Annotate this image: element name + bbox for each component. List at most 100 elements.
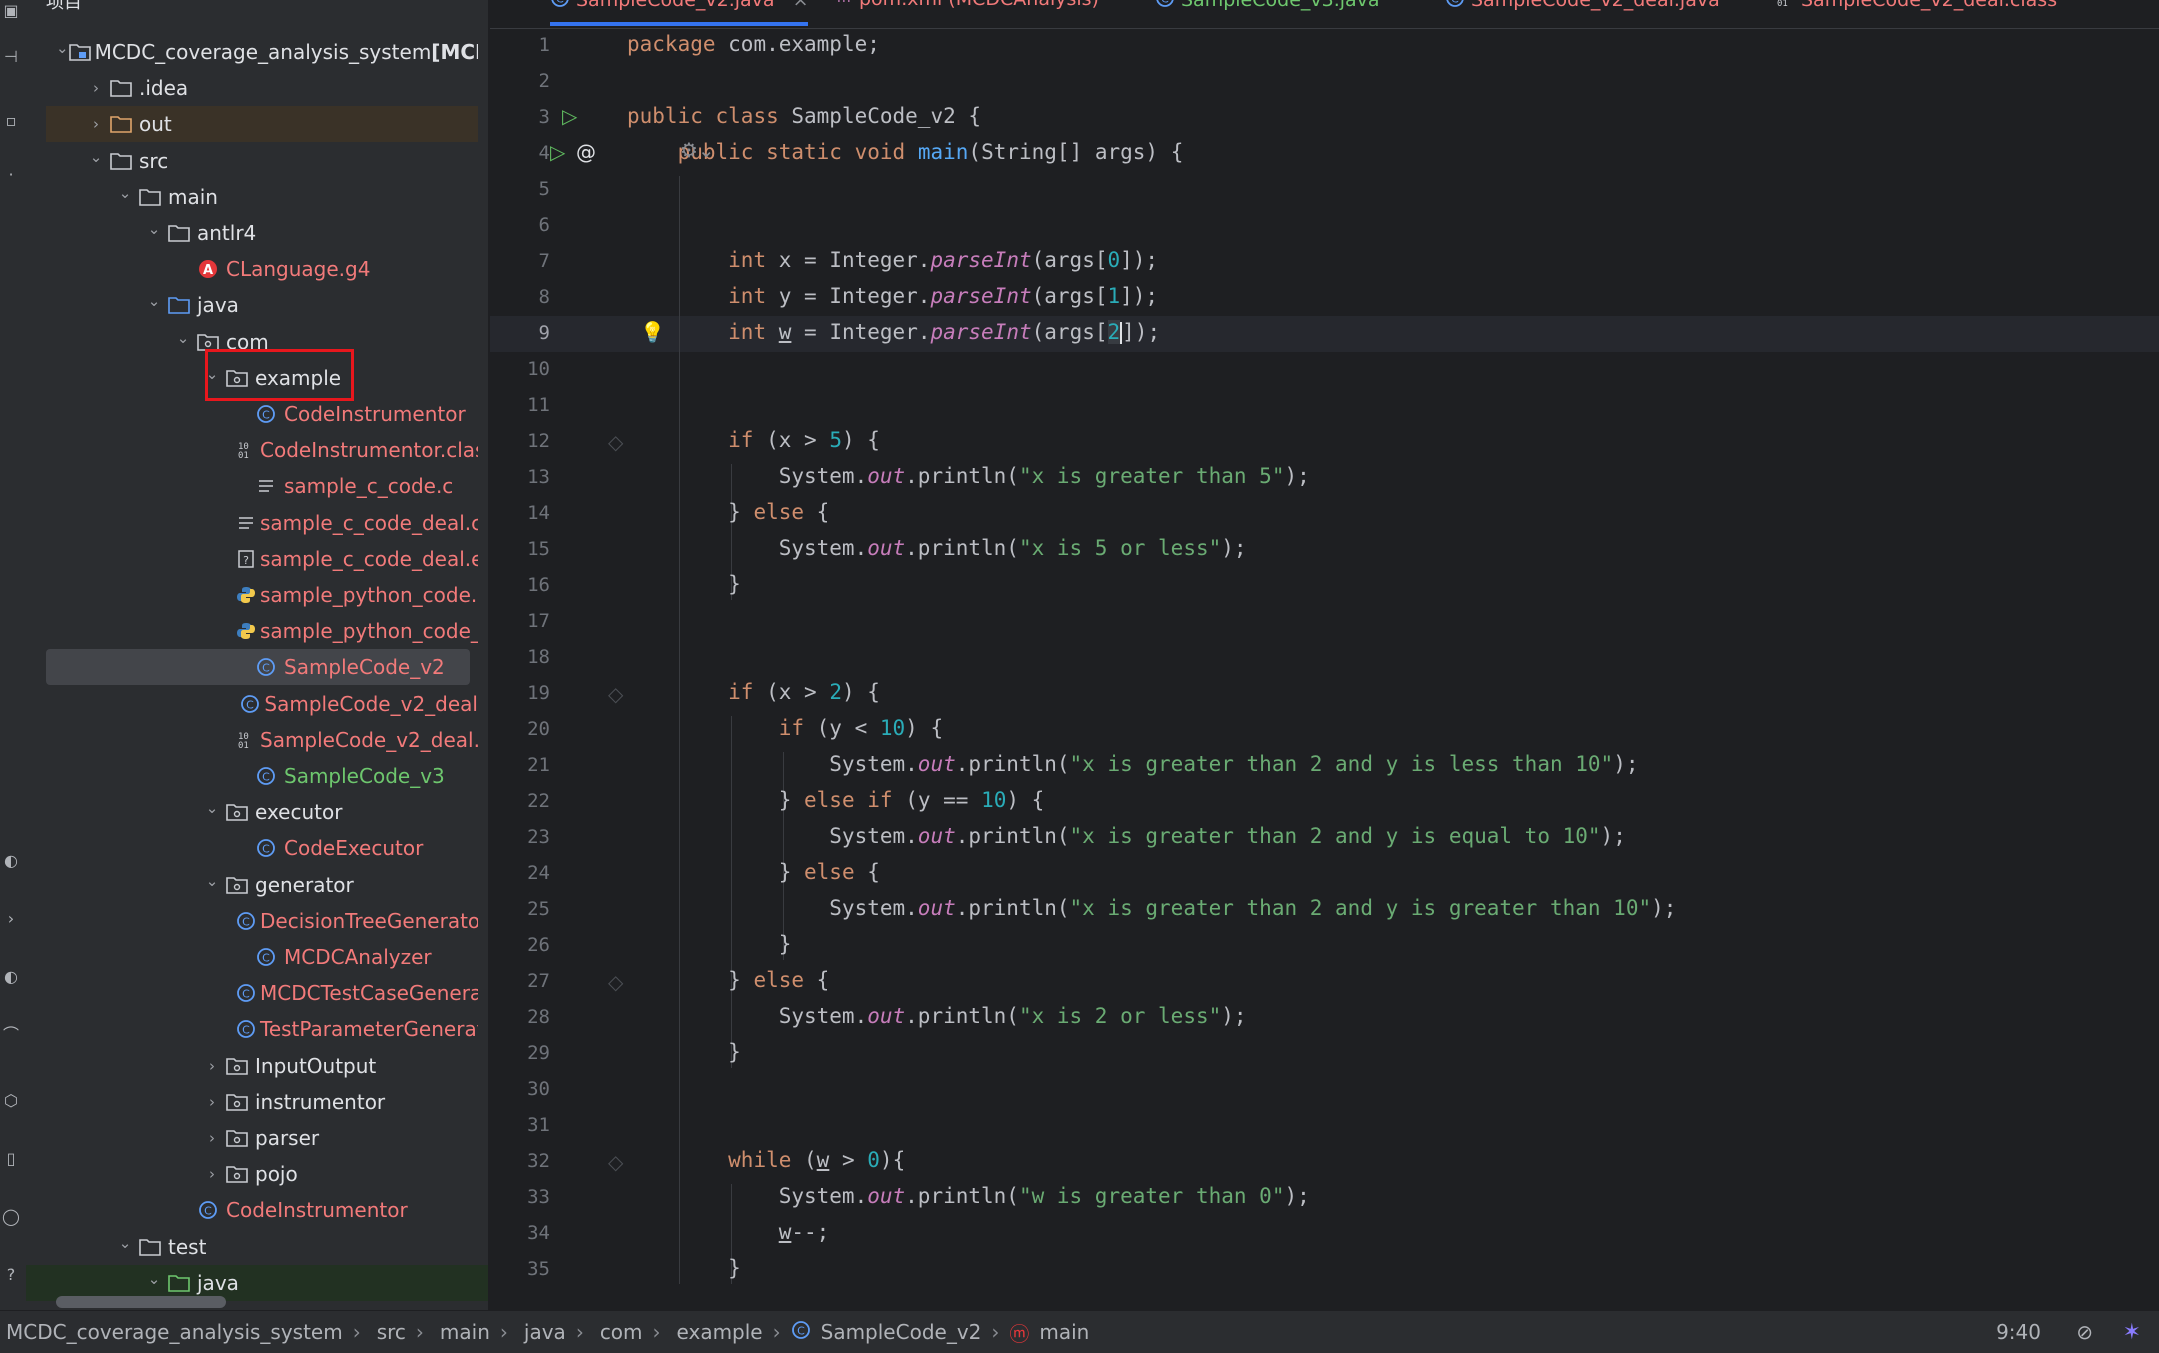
commit-tool-icon[interactable]: ⊣ — [2, 48, 20, 66]
git-tool-icon[interactable]: ? — [2, 1266, 20, 1284]
code-line[interactable]: System.out.println("x is 2 or less"); — [627, 1004, 1247, 1028]
tree-item-sample-python-code-c[interactable]: ›sample_python_code_c — [46, 613, 478, 649]
chevron-down-icon[interactable]: ⌄ — [85, 148, 107, 166]
breadcrumb-item-main[interactable]: main — [1039, 1320, 1089, 1344]
code-line[interactable]: } else if (y == 10) { — [627, 788, 1045, 812]
fold-marker-icon[interactable]: ◇ — [608, 430, 623, 454]
breadcrumb-item-com[interactable]: com — [600, 1320, 643, 1344]
tree-item-testparametergenerato[interactable]: ›CTestParameterGenerato — [46, 1011, 478, 1047]
code-editor[interactable]: C SampleCode_v2.java × m pom.xml (MCDCAnalys… — [490, 0, 2159, 1310]
code-line[interactable]: int y = Integer.parseInt(args[1]); — [627, 284, 1158, 308]
tree-item-samplecode-v2[interactable]: ›CSampleCode_v2 — [46, 649, 470, 686]
tree-item-decisiontreegenerator[interactable]: ›CDecisionTreeGenerator — [46, 903, 478, 939]
services-tool-icon[interactable]: ⌒ — [2, 1026, 20, 1044]
code-line[interactable]: } — [627, 932, 792, 956]
tree-item-out[interactable]: › out — [46, 106, 478, 143]
tree-item-mcdctestcasegenerat[interactable]: ›CMCDCTestCaseGenerat — [46, 975, 478, 1011]
power-save-icon[interactable]: ⊘ — [2076, 1320, 2093, 1344]
breadcrumb-item-src[interactable]: src — [377, 1320, 406, 1344]
code-line[interactable]: if (x > 2) { — [627, 680, 880, 704]
terminal-tool-icon[interactable]: ▯ — [2, 1150, 20, 1168]
tree-item-sample-c-code-deal-ex[interactable]: ›?sample_c_code_deal.ex — [46, 541, 478, 577]
code-line[interactable]: while (w > 0){ — [627, 1148, 905, 1172]
tree-item-antlr4[interactable]: ⌄ antlr4 — [46, 215, 478, 251]
run-tool-icon[interactable]: ◐ — [2, 852, 20, 870]
tree-item-sample-c-code-deal-c[interactable]: ›sample_c_code_deal.c — [46, 505, 478, 541]
tree-item-src[interactable]: ⌄ src — [46, 143, 478, 179]
code-line[interactable]: if (y < 10) { — [627, 716, 943, 740]
tree-item-samplecode-v2-deal[interactable]: ›CSampleCode_v2_deal — [46, 686, 478, 722]
project-horizontal-scrollbar[interactable] — [56, 1296, 226, 1308]
tab-pom-xml-mcdcanalysis-[interactable]: m pom.xml (MCDCAnalysis) — [835, 0, 1099, 22]
debug-tool-icon[interactable]: › — [2, 910, 20, 928]
chevron-down-icon[interactable]: ⌄ — [201, 799, 223, 817]
chevron-down-icon[interactable]: ⌄ — [143, 220, 165, 238]
chevron-down-icon[interactable]: ⌄ — [172, 329, 194, 347]
tab-samplecode-v2-java[interactable]: C SampleCode_v2.java × — [550, 0, 809, 26]
tree-item-pojo[interactable]: › pojo — [46, 1156, 478, 1192]
ai-assistant-icon[interactable]: ✶ — [2123, 1320, 2141, 1345]
chevron-right-icon[interactable]: › — [85, 115, 107, 133]
code-line[interactable]: package com.example; — [627, 32, 880, 56]
tree-item-codeinstrumentor[interactable]: ›CCodeInstrumentor — [46, 1192, 478, 1228]
code-line[interactable]: if (x > 5) { — [627, 428, 880, 452]
chevron-down-icon[interactable]: ⌄ — [143, 1270, 165, 1288]
inlay-hint-icon[interactable]: ⚙⌄ — [680, 138, 715, 162]
tab-samplecode-v2-deal-java[interactable]: C SampleCode_v2_deal.java — [1445, 0, 1720, 22]
code-line[interactable]: } — [627, 1040, 741, 1064]
breadcrumb-item-main[interactable]: main — [440, 1320, 490, 1344]
code-line[interactable]: System.out.println("w is greater than 0"… — [627, 1184, 1310, 1208]
more-tools-icon[interactable]: · — [2, 166, 20, 184]
tab-samplecode-v3-java[interactable]: C SampleCode_v3.java — [1155, 0, 1380, 22]
code-line[interactable]: w--; — [627, 1220, 830, 1244]
breadcrumb-item-example[interactable]: example — [677, 1320, 763, 1344]
chevron-right-icon[interactable]: › — [201, 1165, 223, 1183]
tab-close-icon[interactable]: × — [793, 0, 809, 11]
folder-tool-icon[interactable]: ▣ — [2, 2, 20, 20]
breadcrumb-item-mcdc-coverage-analysis-system[interactable]: MCDC_coverage_analysis_system — [6, 1320, 343, 1344]
code-line[interactable]: } else { — [627, 968, 829, 992]
chevron-down-icon[interactable]: ⌄ — [56, 39, 69, 57]
tab-samplecode-v2-deal-class[interactable]: 1001 SampleCode_v2_deal.class — [1775, 0, 2057, 22]
chevron-right-icon[interactable]: › — [201, 1057, 223, 1075]
code-line[interactable]: } — [627, 572, 741, 596]
chevron-right-icon[interactable]: › — [201, 1093, 223, 1111]
tree-item-clanguage-g4[interactable]: ›ACLanguage.g4 — [46, 251, 478, 287]
code-line[interactable]: public class SampleCode_v2 { — [627, 104, 981, 128]
breadcrumb-item-java[interactable]: java — [524, 1320, 566, 1344]
tree-item-codeinstrumentor[interactable]: ›CCodeInstrumentor — [46, 396, 478, 432]
tree-item-generator[interactable]: ⌄ generator — [46, 867, 478, 903]
chevron-down-icon[interactable]: ⌄ — [201, 872, 223, 890]
fold-marker-icon[interactable]: ◇ — [608, 1150, 623, 1174]
chevron-down-icon[interactable]: ⌄ — [114, 184, 136, 202]
problems-tool-icon[interactable]: ⬡ — [2, 1092, 20, 1110]
tree-item-codeexecutor[interactable]: ›CCodeExecutor — [46, 830, 478, 866]
chevron-down-icon[interactable]: ⌄ — [143, 292, 165, 310]
run-class-icon[interactable]: ▷ — [562, 104, 577, 128]
chevron-down-icon[interactable]: ⌄ — [114, 1234, 136, 1252]
code-line[interactable]: System.out.println("x is greater than 5"… — [627, 464, 1310, 488]
structure-tool-icon[interactable]: ▫ — [2, 112, 20, 130]
tree-item-inputoutput[interactable]: › InputOutput — [46, 1048, 478, 1084]
code-line[interactable]: int x = Integer.parseInt(args[0]); — [627, 248, 1158, 272]
tree-item-samplecode-v2-deal-c[interactable]: ›1001SampleCode_v2_deal.c — [46, 722, 478, 758]
tree-item-sample-c-code-c[interactable]: ›sample_c_code.c — [46, 468, 478, 504]
tree-item-executor[interactable]: ⌄ executor — [46, 794, 478, 830]
tree-item-mcdcanalyzer[interactable]: ›CMCDCAnalyzer — [46, 939, 478, 975]
implements-at-icon[interactable]: @ — [576, 140, 596, 164]
tree-item-main[interactable]: ⌄ main — [46, 179, 478, 215]
version-control-icon[interactable]: ◯ — [2, 1208, 20, 1226]
code-line[interactable]: System.out.println("x is 5 or less"); — [627, 536, 1247, 560]
tree-item--idea[interactable]: › .idea — [46, 70, 478, 106]
chevron-right-icon[interactable]: › — [85, 79, 107, 97]
tree-item-java[interactable]: ⌄ java — [46, 287, 478, 323]
code-line[interactable]: System.out.println("x is greater than 2 … — [627, 824, 1626, 848]
fold-marker-icon[interactable]: ◇ — [608, 682, 623, 706]
code-line[interactable]: int w = Integer.parseInt(args[2]); — [627, 320, 1160, 344]
code-line[interactable]: System.out.println("x is greater than 2 … — [627, 896, 1676, 920]
tree-item-instrumentor[interactable]: › instrumentor — [46, 1084, 478, 1120]
tree-item-samplecode-v3[interactable]: ›CSampleCode_v3 — [46, 758, 478, 794]
intention-bulb-icon[interactable]: 💡 — [640, 320, 665, 344]
fold-marker-icon[interactable]: ◇ — [608, 970, 623, 994]
chevron-right-icon[interactable]: › — [201, 1129, 223, 1147]
